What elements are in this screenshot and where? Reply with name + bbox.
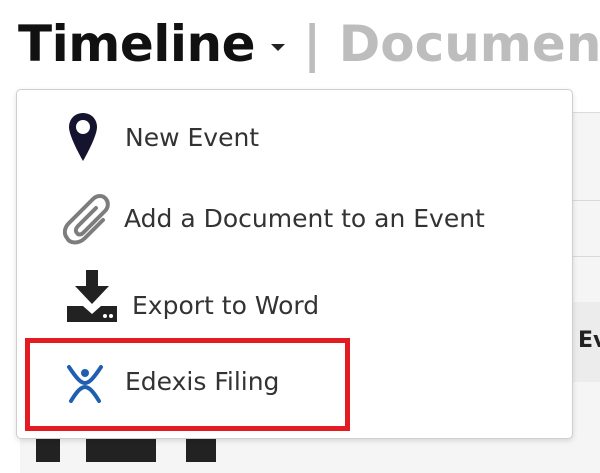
page-header: Timeline | Documen xyxy=(18,12,600,76)
background-divider xyxy=(572,200,600,201)
tab-documents[interactable]: | Documen xyxy=(303,15,600,73)
menu-item-export-word[interactable]: Export to Word xyxy=(17,270,572,340)
column-header: Ev xyxy=(578,328,600,353)
map-pin-icon xyxy=(69,113,97,161)
download-icon xyxy=(67,270,117,322)
caret-down-icon[interactable] xyxy=(271,43,286,51)
menu-item-label: Add a Document to an Event xyxy=(124,203,485,233)
menu-item-label: Export to Word xyxy=(132,290,320,320)
menu-item-add-document[interactable]: Add a Document to an Event xyxy=(17,183,572,253)
paperclip-icon xyxy=(63,194,110,245)
menu-item-new-event[interactable]: New Event xyxy=(17,102,572,172)
timeline-dropdown-menu: New Event Add a Document to an Event Exp… xyxy=(16,89,573,439)
menu-item-label: Edexis Filing xyxy=(125,366,280,396)
menu-item-edexis-filing[interactable]: Edexis Filing xyxy=(17,346,572,416)
page-title[interactable]: Timeline xyxy=(18,15,256,73)
edexis-logo-icon xyxy=(67,365,103,403)
background-divider xyxy=(572,256,600,257)
menu-item-label: New Event xyxy=(125,122,260,152)
